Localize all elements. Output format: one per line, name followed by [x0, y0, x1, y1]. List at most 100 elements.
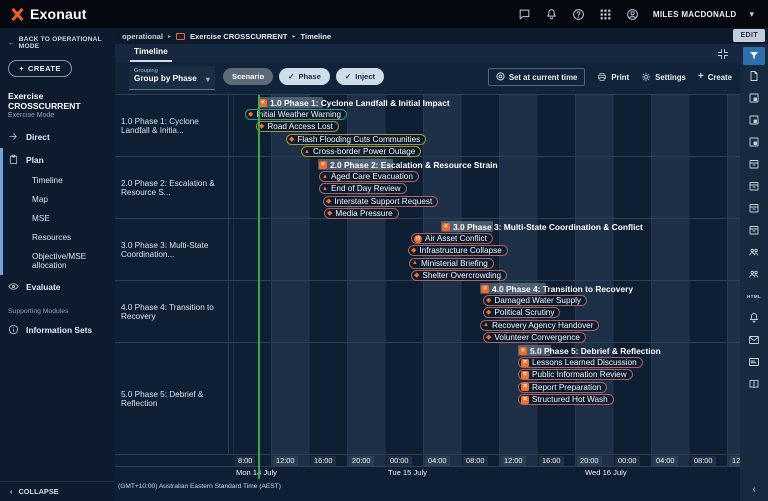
inject-pill[interactable]: ▲Aged Care Evacuation — [319, 171, 419, 182]
filter-pill-label: Scenario — [232, 72, 264, 81]
phase-title: 3.0 Phase 3: Multi-State Coordination & … — [453, 222, 643, 232]
panel-icon[interactable] — [743, 87, 765, 109]
html-icon[interactable]: HTML — [743, 285, 765, 307]
inject-pill[interactable]: ◆Volunteer Convergence — [483, 332, 586, 343]
tab-bar: Timeline — [115, 44, 740, 62]
phase-marker-icon: × — [319, 161, 327, 169]
mail-icon[interactable] — [743, 329, 765, 351]
inject-pill[interactable]: ▲End of Day Review — [319, 183, 407, 194]
inject-pill[interactable]: ×Structured Hot Wash — [518, 394, 614, 405]
breadcrumb-operational[interactable]: operational — [122, 32, 163, 41]
inject-pill[interactable]: ◆Shelter Overcrowding — [411, 270, 507, 281]
row-chart: ×5.0 Phase 5: Debrief & Reflection×Lesso… — [230, 343, 740, 454]
panel-icon[interactable] — [743, 109, 765, 131]
sidebar-collapse-button[interactable]: ‹ COLLAPSE — [0, 481, 115, 501]
panel-icon[interactable] — [743, 131, 765, 153]
sidebar-item-map[interactable]: Map — [3, 190, 115, 209]
page-icon[interactable] — [743, 65, 765, 87]
inject-pill[interactable]: ↺Air Asset Conflict — [411, 233, 493, 244]
sidebar-item-mse[interactable]: MSE — [3, 209, 115, 228]
inject-label: Flash Flooding Cuts Communities — [297, 135, 420, 144]
plus-icon: + — [19, 64, 24, 73]
book-icon[interactable] — [743, 373, 765, 395]
filter-pill-phase[interactable]: ✓Phase — [279, 68, 330, 85]
grouping-dropdown[interactable]: Grouping Group by Phase ▾ — [129, 66, 215, 90]
filter-icon[interactable] — [743, 47, 765, 65]
grouping-value: Group by Phase — [134, 74, 197, 84]
phase-bar[interactable]: ×5.0 Phase 5: Debrief & Reflection — [518, 345, 661, 356]
inject-pill[interactable]: ◆Flash Flooding Cuts Communities — [286, 134, 426, 145]
time-axis: 8:0012:0016:0020:0000:0004:0008:0012:001… — [115, 455, 740, 467]
inject-pill[interactable]: ×Public Information Review — [518, 369, 633, 380]
sidebar-item-resources[interactable]: Resources — [3, 228, 115, 247]
target-icon: ◎ — [496, 72, 505, 82]
print-button[interactable]: Print — [597, 72, 629, 82]
help-icon[interactable] — [572, 7, 586, 21]
apps-grid-icon[interactable] — [599, 7, 613, 21]
phase-bar[interactable]: ×1.0 Phase 1: Cyclone Landfall & Initial… — [258, 97, 450, 108]
user-menu[interactable]: MILES MACDONALD — [653, 10, 737, 19]
group-icon[interactable] — [743, 263, 765, 285]
phase-bar[interactable]: ×3.0 Phase 3: Multi-State Coordination &… — [441, 221, 643, 232]
sidebar-item-direct[interactable]: Direct — [0, 125, 115, 148]
diamond-icon: ◆ — [486, 297, 491, 304]
archive-icon[interactable] — [743, 219, 765, 241]
inject-pill[interactable]: ▲Ministerial Briefing — [409, 258, 494, 269]
tick-label: 00:00 — [615, 456, 640, 466]
inject-pill[interactable]: ◆Infrastructure Collapse — [408, 245, 508, 256]
rail-icons: HTML — [743, 44, 765, 395]
settings-button[interactable]: Settings — [641, 72, 686, 82]
filter-pill-scenario[interactable]: Scenario — [223, 68, 273, 85]
sidebar-item-objective-mse-allocation[interactable]: Objective/MSE allocation — [3, 247, 115, 275]
back-to-operational-button[interactable]: ← BACK TO OPERATIONAL MODE — [0, 28, 115, 54]
tick-label: 12:00 — [501, 456, 526, 466]
inject-pill[interactable]: ◆Damaged Water Supply — [483, 295, 587, 306]
row-label: 3.0 Phase 3: Multi-State Coordination... — [115, 219, 229, 280]
inject-pill[interactable]: ×Report Preparation — [518, 382, 607, 393]
diamond-icon: ◆ — [327, 210, 332, 217]
triangle-icon: ▲ — [304, 149, 310, 155]
inject-pill[interactable]: ▲Cross-border Power Outage — [301, 146, 421, 157]
rail-collapse-icon[interactable]: ‹ — [740, 484, 768, 495]
inject-label: Shelter Overcrowding — [422, 271, 501, 280]
phase-bar[interactable]: ×2.0 Phase 2: Escalation & Resource Stra… — [318, 159, 498, 170]
avatar-icon[interactable] — [626, 7, 640, 21]
archive-icon[interactable] — [743, 175, 765, 197]
bell-icon[interactable] — [743, 307, 765, 329]
inject-pill[interactable]: ◆Media Pressure — [324, 208, 399, 219]
clipboard-icon — [8, 154, 19, 165]
inject-pill[interactable]: ◆Initial Weather Warning — [245, 109, 347, 120]
create-inject-button[interactable]: + Create — [698, 72, 732, 82]
diamond-icon: ◆ — [486, 309, 491, 316]
check-icon: ✓ — [345, 72, 351, 81]
chevron-down-icon[interactable]: ▾ — [749, 9, 754, 20]
edit-button[interactable]: EDIT — [733, 29, 765, 42]
inject-pill[interactable]: ◆Road Access Lost — [256, 121, 339, 132]
bell-icon[interactable] — [545, 7, 559, 21]
filter-pill-inject[interactable]: ✓Inject — [336, 68, 384, 85]
back-arrow-icon: ← — [8, 40, 15, 47]
card-icon[interactable] — [743, 351, 765, 373]
sidebar-item-timeline[interactable]: Timeline — [3, 171, 115, 190]
sidebar-create-button[interactable]: + CREATE — [8, 60, 72, 77]
group-icon[interactable] — [743, 241, 765, 263]
tab-timeline[interactable]: Timeline — [130, 43, 172, 62]
chat-icon[interactable] — [518, 7, 532, 21]
phase-marker-icon: × — [442, 223, 450, 231]
archive-icon[interactable] — [743, 153, 765, 175]
inject-pill[interactable]: ▲Recovery Agency Handover — [480, 320, 599, 331]
phase-bar[interactable]: ×4.0 Phase 4: Transition to Recovery — [480, 283, 633, 294]
inject-label: Volunteer Convergence — [494, 333, 580, 342]
set-current-time-button[interactable]: ◎ Set at current time — [488, 68, 585, 86]
fullscreen-icon[interactable] — [717, 47, 730, 60]
inject-pill[interactable]: ◆Political Scrutiny — [483, 307, 560, 318]
breadcrumb-exercise[interactable]: Exercise CROSSCURRENT — [190, 32, 287, 41]
sidebar-item-evaluate[interactable]: Evaluate — [0, 275, 115, 298]
archive-icon[interactable] — [743, 197, 765, 219]
cycle-icon: ↺ — [414, 235, 422, 243]
inject-pill[interactable]: ◆Interstate Support Request — [323, 196, 438, 207]
breadcrumb-timeline[interactable]: Timeline — [300, 32, 331, 41]
sidebar-item-information-sets[interactable]: Information Sets — [0, 318, 115, 341]
sidebar-item-plan[interactable]: Plan — [3, 148, 115, 171]
inject-pill[interactable]: ×Lessons Learned Discussion — [518, 357, 643, 368]
